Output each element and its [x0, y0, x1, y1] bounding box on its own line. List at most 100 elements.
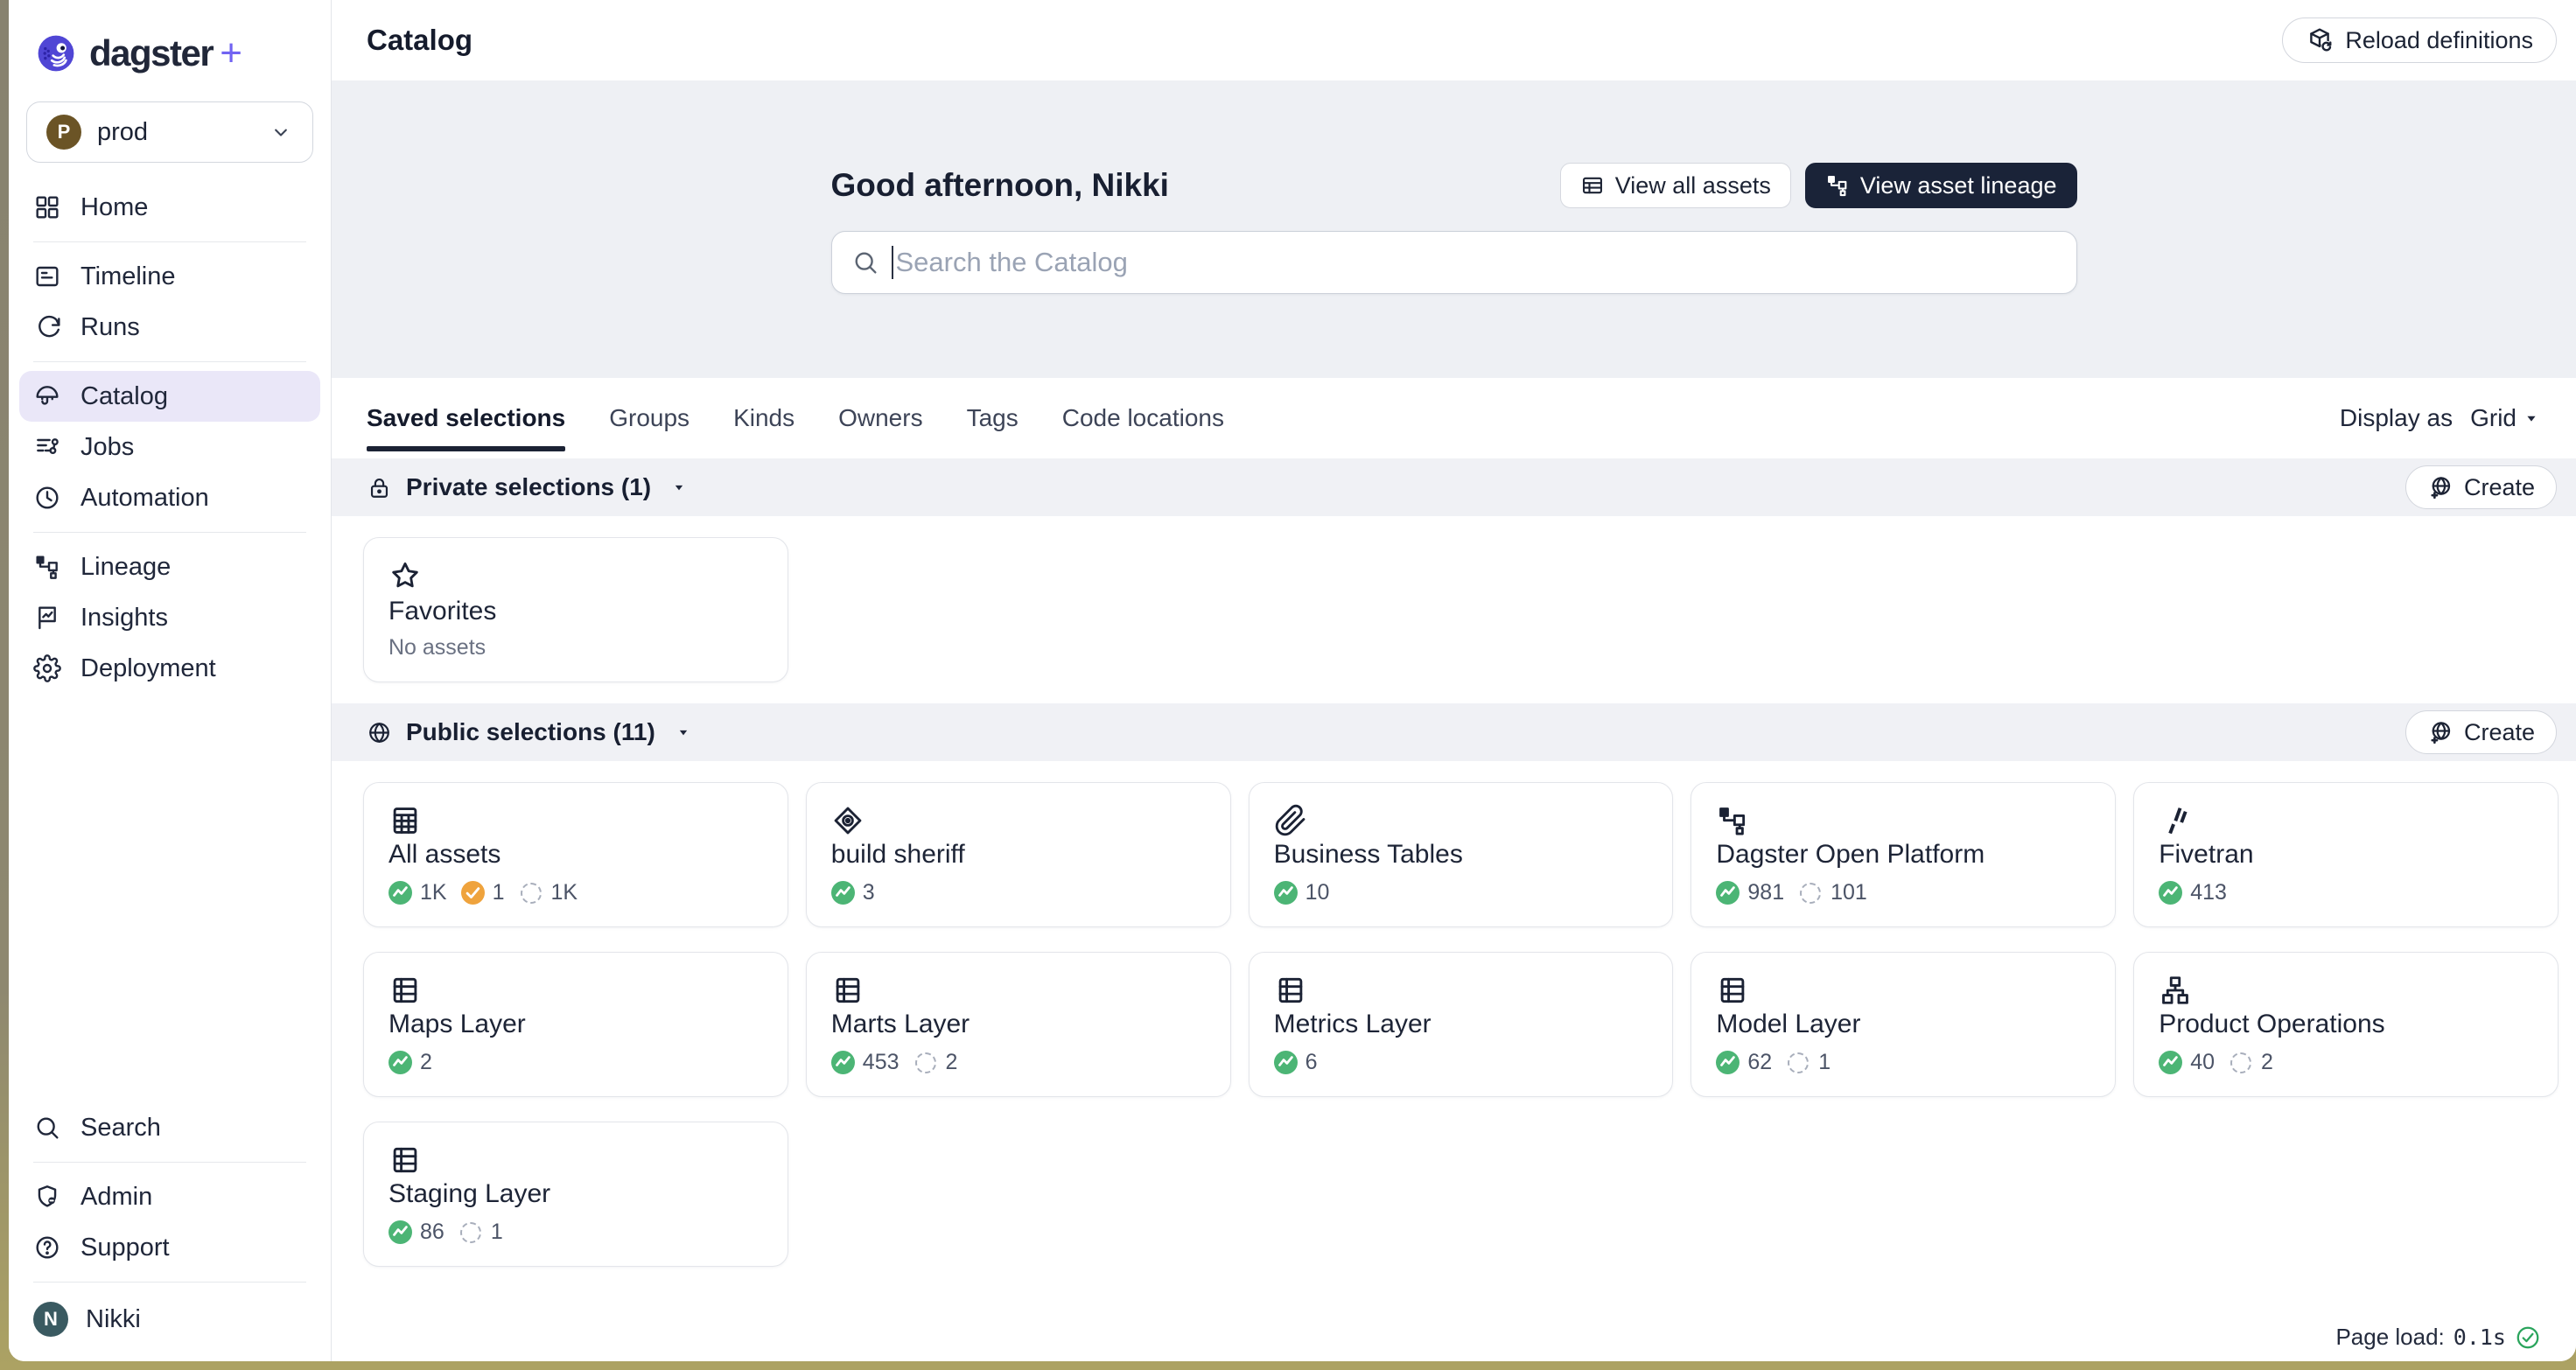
sidebar-item-home[interactable]: Home — [19, 182, 320, 233]
app-window: dagster + P prod HomeTimelineRunsCatalog… — [9, 0, 2576, 1361]
tab-code-locations[interactable]: Code locations — [1062, 378, 1224, 458]
never-materialized-status-icon — [1788, 1052, 1809, 1073]
section-toggle-private-selections-1[interactable]: Private selections (1) — [367, 473, 688, 501]
selection-card-staging-layer[interactable]: Staging Layer861 — [363, 1122, 788, 1267]
selection-card-model-layer[interactable]: Model Layer621 — [1690, 952, 2116, 1097]
lineage-icon — [1716, 804, 1749, 837]
lineage-icon — [33, 553, 61, 581]
catalog-tabs: Saved selections Groups Kinds Owners Tags Cod… — [367, 378, 1224, 458]
selection-card-business-tables[interactable]: Business Tables10 — [1249, 782, 1674, 927]
never-materialized-status-icon — [1800, 883, 1821, 904]
asset-status-counts: 621 — [1716, 1050, 2090, 1075]
card-title: Marts Layer — [831, 1010, 1206, 1039]
status-count: 101 — [1830, 880, 1867, 905]
page-load-label: Page load: — [2335, 1324, 2444, 1351]
sidebar-item-lineage[interactable]: Lineage — [19, 542, 320, 592]
runs-icon — [33, 313, 61, 341]
selection-card-metrics-layer[interactable]: Metrics Layer6 — [1249, 952, 1674, 1097]
never-materialized-status-icon — [915, 1052, 936, 1073]
card-title: Maps Layer — [388, 1010, 763, 1039]
selection-card-fivetran[interactable]: Fivetran413 — [2133, 782, 2558, 927]
materialized-status-icon — [1716, 1051, 1740, 1074]
selection-card-all-assets[interactable]: All assets1K11K — [363, 782, 788, 927]
sidebar-item-runs[interactable]: Runs — [19, 302, 320, 353]
stale-status-icon — [461, 881, 485, 905]
tab-tags[interactable]: Tags — [967, 378, 1018, 458]
card-subtitle: No assets — [388, 635, 763, 661]
selection-card-build-sheriff[interactable]: build sheriff3 — [806, 782, 1231, 927]
sidebar-item-insights[interactable]: Insights — [19, 592, 320, 643]
status-count: 62 — [1747, 1050, 1772, 1075]
section-toggle-public-selections-11[interactable]: Public selections (11) — [367, 718, 692, 746]
asset-status-counts: 981101 — [1716, 880, 2090, 905]
jobs-icon — [33, 433, 61, 461]
globe-plus-icon — [2427, 719, 2454, 745]
never-materialized-status-icon — [460, 1222, 481, 1243]
main-content: Catalog Reload definitions Good afternoo… — [332, 0, 2576, 1361]
insights-icon — [33, 604, 61, 632]
search-icon — [33, 1114, 61, 1142]
display-as-label: Display as — [2340, 404, 2453, 432]
greeting: Good afternoon, Nikki — [831, 167, 1169, 204]
card-title: Dagster Open Platform — [1716, 840, 2090, 870]
section-header-public-selections-11: Public selections (11) Create — [332, 703, 2576, 761]
hero-section: Good afternoon, Nikki View all assets Vi… — [332, 80, 2576, 378]
tab-kinds[interactable]: Kinds — [733, 378, 794, 458]
selection-card-favorites[interactable]: FavoritesNo assets — [363, 537, 788, 682]
table-rows-icon — [1274, 974, 1307, 1007]
asset-status-counts: 10 — [1274, 880, 1648, 905]
create-selection-button[interactable]: Create — [2405, 465, 2557, 509]
sidebar-item-admin[interactable]: Admin — [19, 1171, 320, 1222]
sidebar-item-catalog[interactable]: Catalog — [19, 371, 320, 422]
lock-icon — [367, 475, 392, 500]
table-rows-icon — [831, 974, 864, 1007]
display-as-select[interactable]: Grid — [2470, 404, 2541, 432]
user-name: Nikki — [86, 1305, 141, 1334]
sidebar-item-deployment[interactable]: Deployment — [19, 643, 320, 694]
card-title: Fivetran — [2159, 840, 2533, 870]
create-selection-button[interactable]: Create — [2405, 710, 2557, 754]
fivetran-icon — [2159, 804, 2192, 837]
sidebar-item-support[interactable]: Support — [19, 1222, 320, 1273]
star-icon — [388, 559, 422, 592]
selection-card-dagster-open-platform[interactable]: Dagster Open Platform 981101 — [1690, 782, 2116, 927]
reload-box-icon — [2306, 26, 2334, 54]
lineage-icon — [1825, 173, 1850, 198]
selection-sections: Private selections (1) Create FavoritesNo … — [332, 458, 2576, 1288]
table-icon — [1580, 173, 1605, 198]
catalog-search[interactable] — [831, 231, 2077, 294]
cards-grid: All assets1K11Kbuild sheriff3Business Ta… — [332, 761, 2576, 1288]
sidebar-item-label: Support — [80, 1234, 170, 1262]
sidebar-nav: Home Timeline Runs CatalogJobsAutomation Lin… — [9, 182, 331, 694]
display-as: Display as Grid — [2340, 404, 2541, 432]
sidebar-item-jobs[interactable]: Jobs — [19, 422, 320, 472]
user-menu[interactable]: N Nikki — [19, 1291, 320, 1347]
selection-card-product-operations[interactable]: Product Operations402 — [2133, 952, 2558, 1097]
view-all-assets-button[interactable]: View all assets — [1560, 163, 1791, 208]
view-asset-lineage-button[interactable]: View asset lineage — [1805, 163, 2077, 208]
materialized-status-icon — [831, 881, 855, 905]
deployment-switcher[interactable]: P prod — [26, 101, 313, 163]
tab-owners[interactable]: Owners — [838, 378, 922, 458]
globe-plus-icon — [2427, 474, 2454, 500]
sidebar-item-search[interactable]: Search — [19, 1102, 320, 1153]
selection-card-marts-layer[interactable]: Marts Layer4532 — [806, 952, 1231, 1097]
reload-definitions-button[interactable]: Reload definitions — [2282, 17, 2557, 63]
sidebar-item-timeline[interactable]: Timeline — [19, 251, 320, 302]
status-count: 10 — [1306, 880, 1330, 905]
selection-card-maps-layer[interactable]: Maps Layer2 — [363, 952, 788, 1097]
sidebar-item-label: Lineage — [80, 553, 171, 582]
section-title: Public selections (11) — [406, 718, 655, 746]
home-icon — [33, 193, 61, 221]
sidebar-item-label: Timeline — [80, 262, 176, 291]
tab-groups[interactable]: Groups — [609, 378, 690, 458]
catalog-search-input[interactable] — [896, 247, 2057, 278]
tab-saved-selections[interactable]: Saved selections — [367, 378, 565, 458]
logo-wordmark: dagster — [89, 32, 213, 74]
sidebar-item-automation[interactable]: Automation — [19, 472, 320, 523]
status-count: 40 — [2190, 1050, 2215, 1075]
card-title: Product Operations — [2159, 1010, 2533, 1039]
caret-down-icon — [2522, 409, 2541, 428]
materialized-status-icon — [2159, 881, 2182, 905]
sidebar-spacer — [9, 694, 331, 1102]
